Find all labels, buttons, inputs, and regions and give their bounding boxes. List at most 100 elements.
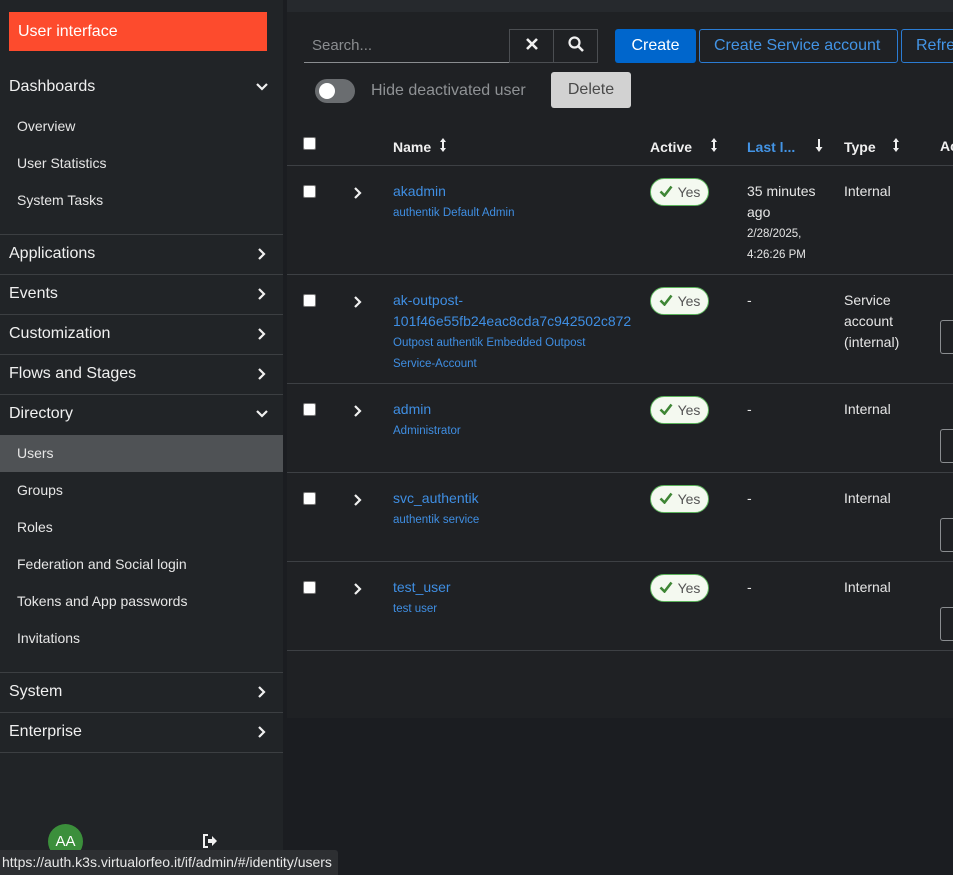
- nav-label-applications: Applications: [9, 245, 96, 262]
- row-checkbox[interactable]: [303, 492, 316, 505]
- user-link[interactable]: akadmin: [393, 181, 446, 202]
- nav-item-overview[interactable]: Overview: [0, 108, 283, 145]
- chevron-right-icon[interactable]: [354, 404, 364, 417]
- nav-item-groups[interactable]: Groups: [0, 472, 283, 509]
- last-login-relative: 35 minutes: [747, 183, 816, 199]
- status-badge-label: Yes: [677, 184, 701, 200]
- nav-item-flows-wrap: Flows and Stages: [0, 354, 283, 394]
- create-service-account-button[interactable]: Create Service account: [699, 29, 898, 63]
- chevron-down-icon: [255, 80, 269, 94]
- status-badge-label: Yes: [677, 580, 701, 596]
- last-login-absolute: 2/28/2025,: [747, 228, 802, 240]
- chevron-right-icon: [255, 247, 269, 261]
- last-login-relative: ago: [747, 204, 771, 220]
- user-link-continued[interactable]: 101f46e55fb24eac8cda7c942502c872: [393, 311, 631, 332]
- row-checkbox[interactable]: [303, 403, 316, 416]
- nav-item-flows-and-stages[interactable]: Flows and Stages: [0, 354, 283, 394]
- user-description: test user: [393, 603, 438, 615]
- logout-icon[interactable]: [201, 832, 219, 850]
- hide-deactivated-label: Hide deactivated user: [371, 82, 526, 99]
- nav-label-enterprise: Enterprise: [9, 723, 82, 740]
- chevron-right-icon[interactable]: [354, 493, 364, 506]
- row-action-button[interactable]: [940, 429, 953, 463]
- main-content: Search... Create Create Service account …: [287, 0, 953, 875]
- delete-button[interactable]: Delete: [551, 72, 631, 108]
- chevron-down-icon: [255, 407, 269, 421]
- column-header-last-login[interactable]: Last l...: [747, 137, 823, 157]
- user-link[interactable]: ak-outpost-: [393, 290, 463, 311]
- create-button[interactable]: Create: [615, 29, 696, 63]
- nav-item-system-wrap: System: [0, 672, 283, 712]
- nav-item-applications[interactable]: Applications: [0, 234, 283, 274]
- search-button[interactable]: [553, 29, 598, 63]
- row-action-button[interactable]: [940, 518, 953, 552]
- nav-item-roles[interactable]: Roles: [0, 509, 283, 546]
- nav-toggle-dashboards[interactable]: Dashboards: [0, 67, 283, 107]
- nav-item-tokens[interactable]: Tokens and App passwords: [0, 583, 283, 620]
- status-bar-url: https://auth.k3s.virtualorfeo.it/if/admi…: [0, 850, 338, 875]
- user-link[interactable]: admin: [393, 399, 431, 420]
- nav-item-federation[interactable]: Federation and Social login: [0, 546, 283, 583]
- table-row: akadmin authentik Default Admin Yes 35 m…: [287, 166, 953, 275]
- select-all-checkbox[interactable]: [303, 137, 316, 150]
- user-description: authentik Default Admin: [393, 207, 515, 219]
- user-link[interactable]: test_user: [393, 577, 451, 598]
- toggle-knob: [319, 83, 335, 99]
- sort-descending-icon: [815, 137, 823, 157]
- refresh-button[interactable]: Refresh: [901, 29, 953, 63]
- check-icon: [659, 402, 673, 418]
- row-checkbox[interactable]: [303, 294, 316, 307]
- nav-label-customization: Customization: [9, 325, 111, 342]
- nav-group-dashboards: Dashboards Overview User Statistics Syst…: [0, 67, 283, 219]
- row-action-button[interactable]: [940, 607, 953, 641]
- check-icon: [659, 580, 673, 596]
- column-header-actions: Ac: [940, 137, 953, 155]
- chevron-right-icon[interactable]: [354, 582, 364, 595]
- nav-item-enterprise[interactable]: Enterprise: [0, 712, 283, 752]
- status-badge: Yes: [650, 287, 709, 315]
- chevron-right-icon[interactable]: [354, 186, 364, 199]
- table-row: admin Administrator Yes - Internal: [287, 384, 953, 473]
- nav-toggle-directory[interactable]: Directory: [0, 394, 283, 434]
- user-link[interactable]: svc_authentik: [393, 488, 479, 509]
- clear-search-button[interactable]: [509, 29, 554, 63]
- status-badge: Yes: [650, 574, 709, 602]
- nav-item-customization[interactable]: Customization: [0, 314, 283, 354]
- nav-item-invitations[interactable]: Invitations: [0, 620, 283, 657]
- table-row: test_user test user Yes - Internal: [287, 562, 953, 651]
- user-type: (internal): [844, 334, 900, 350]
- hide-deactivated-toggle[interactable]: [315, 79, 355, 103]
- column-label-name: Name: [393, 139, 432, 155]
- nav-item-users[interactable]: Users: [0, 435, 283, 472]
- nav-item-user-statistics[interactable]: User Statistics: [0, 145, 283, 182]
- page-header-strip: [287, 0, 953, 12]
- sort-icon: [439, 137, 447, 157]
- row-checkbox[interactable]: [303, 581, 316, 594]
- column-header-active[interactable]: Active: [650, 137, 718, 157]
- nav-group-directory: Directory Users Groups Roles Federation …: [0, 394, 283, 657]
- row-checkbox[interactable]: [303, 185, 316, 198]
- row-action-button[interactable]: [940, 320, 953, 354]
- last-login: -: [747, 401, 752, 417]
- nav-item-customization-wrap: Customization: [0, 314, 283, 354]
- search-icon: [567, 35, 584, 57]
- chevron-right-icon[interactable]: [354, 295, 364, 308]
- search-input[interactable]: Search...: [304, 29, 510, 63]
- user-description: Service-Account: [393, 358, 477, 370]
- status-badge-label: Yes: [677, 402, 701, 418]
- column-header-type[interactable]: Type: [844, 137, 900, 157]
- user-type: Internal: [844, 579, 891, 595]
- nav-item-system[interactable]: System: [0, 672, 283, 712]
- nav-item-system-tasks[interactable]: System Tasks: [0, 182, 283, 219]
- user-type: account: [844, 313, 894, 329]
- table-row: svc_authentik authentik service Yes - In…: [287, 473, 953, 562]
- column-header-name[interactable]: Name: [393, 137, 447, 157]
- last-login-absolute: 4:26:26 PM: [747, 249, 806, 261]
- close-icon: [525, 37, 538, 55]
- user-interface-link[interactable]: User interface: [9, 12, 267, 51]
- nav-item-events[interactable]: Events: [0, 274, 283, 314]
- user-description: Administrator: [393, 425, 461, 437]
- nav-label-directory: Directory: [9, 405, 74, 422]
- nav-item-applications-wrap: Applications: [0, 234, 283, 274]
- chevron-right-icon: [255, 287, 269, 301]
